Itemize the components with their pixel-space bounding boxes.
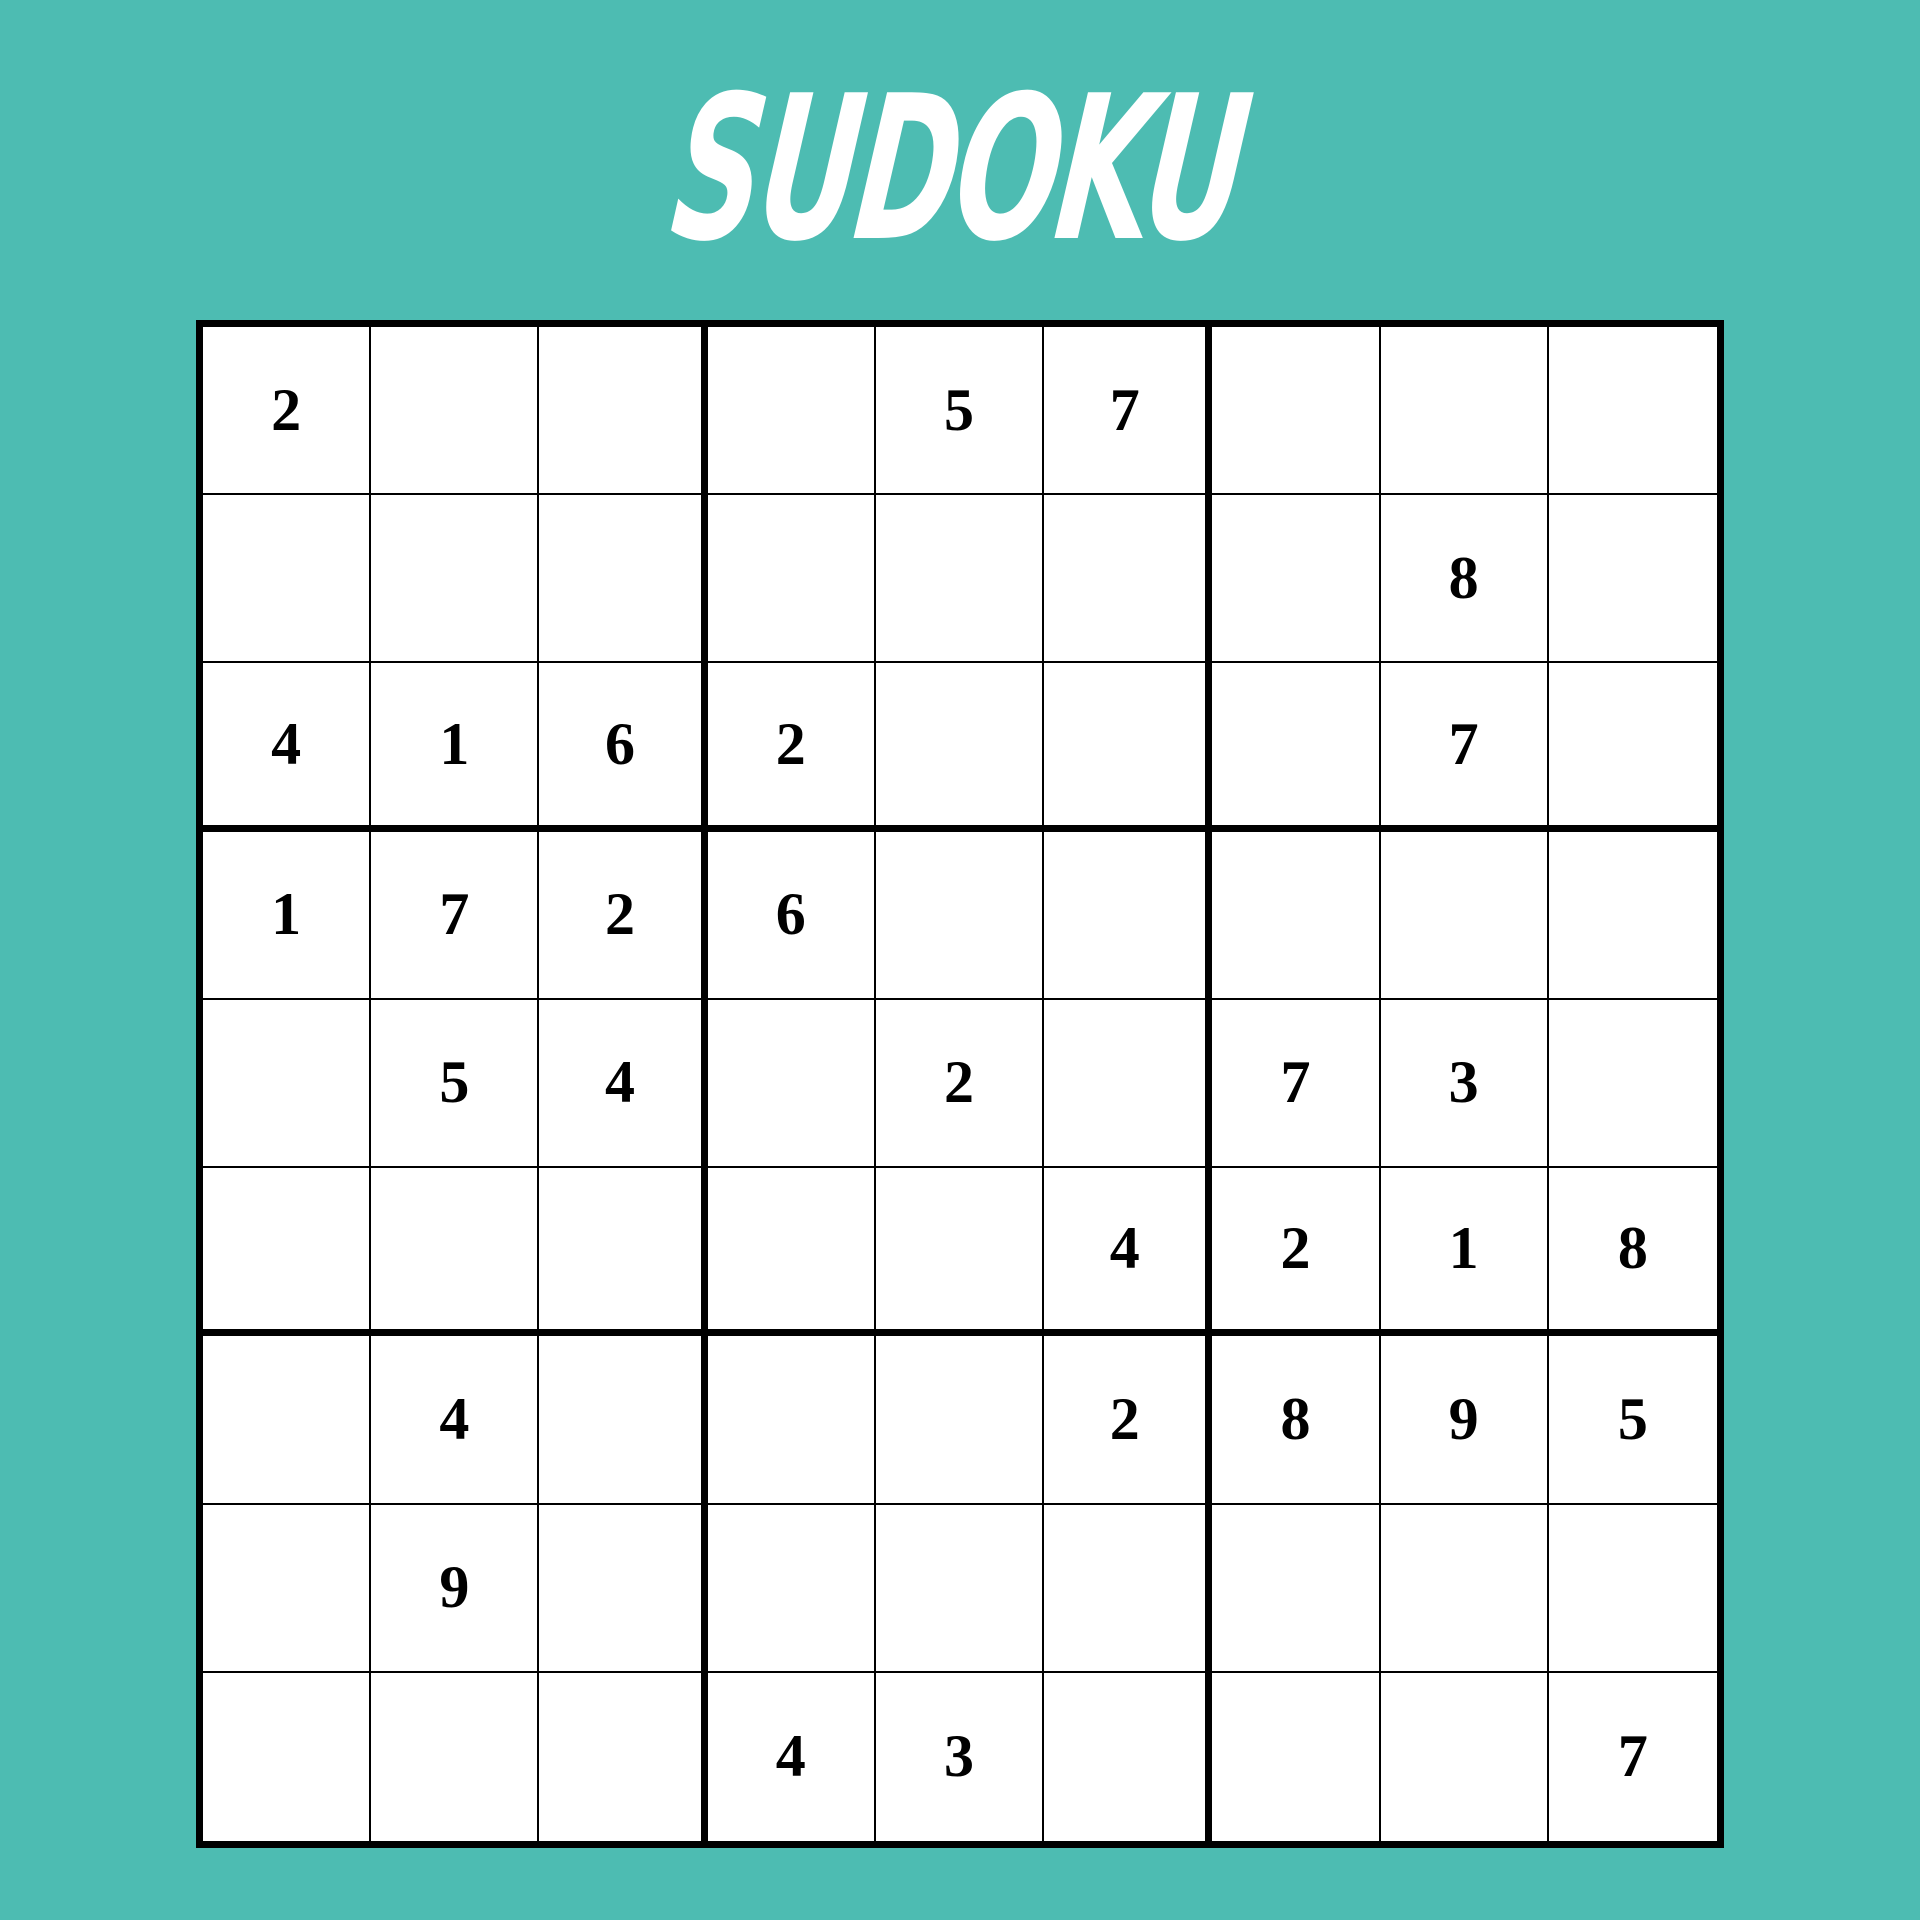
empty-cell[interactable] (707, 999, 876, 1169)
given-cell[interactable]: 2 (1212, 1168, 1381, 1337)
given-cell[interactable]: 8 (1380, 495, 1549, 664)
empty-cell[interactable] (875, 1336, 1045, 1505)
given-cell[interactable]: 7 (1549, 1673, 1717, 1841)
empty-cell[interactable] (1380, 1504, 1549, 1673)
sudoku-board: 2578416271726542734218428959437 (196, 320, 1724, 1848)
given-cell[interactable]: 5 (1548, 1336, 1717, 1505)
empty-cell[interactable] (203, 1504, 372, 1673)
empty-cell[interactable] (203, 495, 372, 664)
empty-cell[interactable] (1548, 1000, 1717, 1169)
given-cell[interactable]: 1 (371, 663, 540, 832)
given-cell[interactable]: 5 (875, 327, 1045, 496)
empty-cell[interactable] (1548, 1505, 1717, 1673)
empty-cell[interactable] (371, 327, 540, 496)
given-cell[interactable]: 9 (1380, 1336, 1549, 1505)
empty-cell[interactable] (539, 1672, 708, 1841)
empty-cell[interactable] (1380, 831, 1549, 1000)
empty-cell[interactable] (539, 1336, 708, 1505)
given-cell[interactable]: 7 (1380, 663, 1549, 832)
empty-cell[interactable] (203, 1168, 372, 1337)
empty-cell[interactable] (875, 1504, 1045, 1673)
empty-cell[interactable] (1212, 327, 1381, 496)
given-cell[interactable]: 8 (1548, 1168, 1717, 1337)
empty-cell[interactable] (1380, 327, 1549, 496)
empty-cell[interactable] (707, 495, 876, 664)
empty-cell[interactable] (1044, 999, 1213, 1169)
empty-cell[interactable] (1212, 1672, 1381, 1841)
empty-cell[interactable] (875, 831, 1045, 1000)
given-cell[interactable]: 3 (1380, 999, 1549, 1169)
empty-cell[interactable] (707, 1168, 876, 1337)
given-cell[interactable]: 7 (371, 831, 540, 1000)
empty-cell[interactable] (1212, 495, 1381, 664)
empty-cell[interactable] (1044, 1504, 1213, 1673)
empty-cell[interactable] (371, 1672, 540, 1841)
sudoku-title: SUDOKU (663, 53, 1257, 286)
empty-cell[interactable] (539, 1168, 708, 1337)
empty-cell[interactable] (707, 1336, 876, 1505)
given-cell[interactable]: 7 (1212, 999, 1381, 1169)
empty-cell[interactable] (371, 495, 540, 664)
given-cell[interactable]: 2 (203, 327, 372, 496)
empty-cell[interactable] (875, 1168, 1045, 1337)
empty-cell[interactable] (875, 663, 1045, 832)
given-cell[interactable]: 6 (707, 831, 876, 1000)
empty-cell[interactable] (539, 1504, 708, 1673)
given-cell[interactable]: 4 (371, 1336, 540, 1505)
empty-cell[interactable] (1212, 1504, 1381, 1673)
given-cell[interactable]: 3 (876, 1672, 1045, 1841)
given-cell[interactable]: 2 (1044, 1336, 1213, 1505)
given-cell[interactable]: 5 (371, 999, 540, 1169)
empty-cell[interactable] (203, 1336, 372, 1505)
empty-cell[interactable] (371, 1168, 540, 1337)
given-cell[interactable]: 2 (707, 663, 876, 832)
given-cell[interactable]: 7 (1044, 327, 1213, 496)
empty-cell[interactable] (1212, 663, 1381, 832)
empty-cell[interactable] (707, 327, 876, 496)
empty-cell[interactable] (707, 1504, 876, 1673)
given-cell[interactable]: 4 (539, 999, 708, 1169)
given-cell[interactable]: 2 (875, 999, 1045, 1169)
empty-cell[interactable] (1381, 1672, 1549, 1841)
given-cell[interactable]: 4 (708, 1672, 876, 1841)
empty-cell[interactable] (203, 999, 372, 1169)
given-cell[interactable]: 4 (203, 663, 372, 832)
given-cell[interactable]: 1 (1380, 1168, 1549, 1337)
empty-cell[interactable] (1044, 1672, 1213, 1841)
empty-cell[interactable] (1548, 495, 1717, 664)
empty-cell[interactable] (1044, 663, 1213, 832)
empty-cell[interactable] (1044, 495, 1213, 664)
given-cell[interactable]: 6 (539, 663, 708, 832)
empty-cell[interactable] (1044, 831, 1213, 1000)
given-cell[interactable]: 9 (371, 1504, 540, 1673)
given-cell[interactable]: 2 (539, 831, 708, 1000)
empty-cell[interactable] (1548, 327, 1717, 496)
empty-cell[interactable] (539, 495, 708, 664)
given-cell[interactable]: 4 (1044, 1168, 1213, 1337)
empty-cell[interactable] (1548, 663, 1717, 832)
empty-cell[interactable] (875, 495, 1045, 664)
empty-cell[interactable] (1548, 832, 1717, 1000)
empty-cell[interactable] (539, 327, 708, 496)
empty-cell[interactable] (203, 1672, 372, 1841)
given-cell[interactable]: 8 (1212, 1336, 1381, 1505)
given-cell[interactable]: 1 (203, 831, 372, 1000)
empty-cell[interactable] (1212, 831, 1381, 1000)
